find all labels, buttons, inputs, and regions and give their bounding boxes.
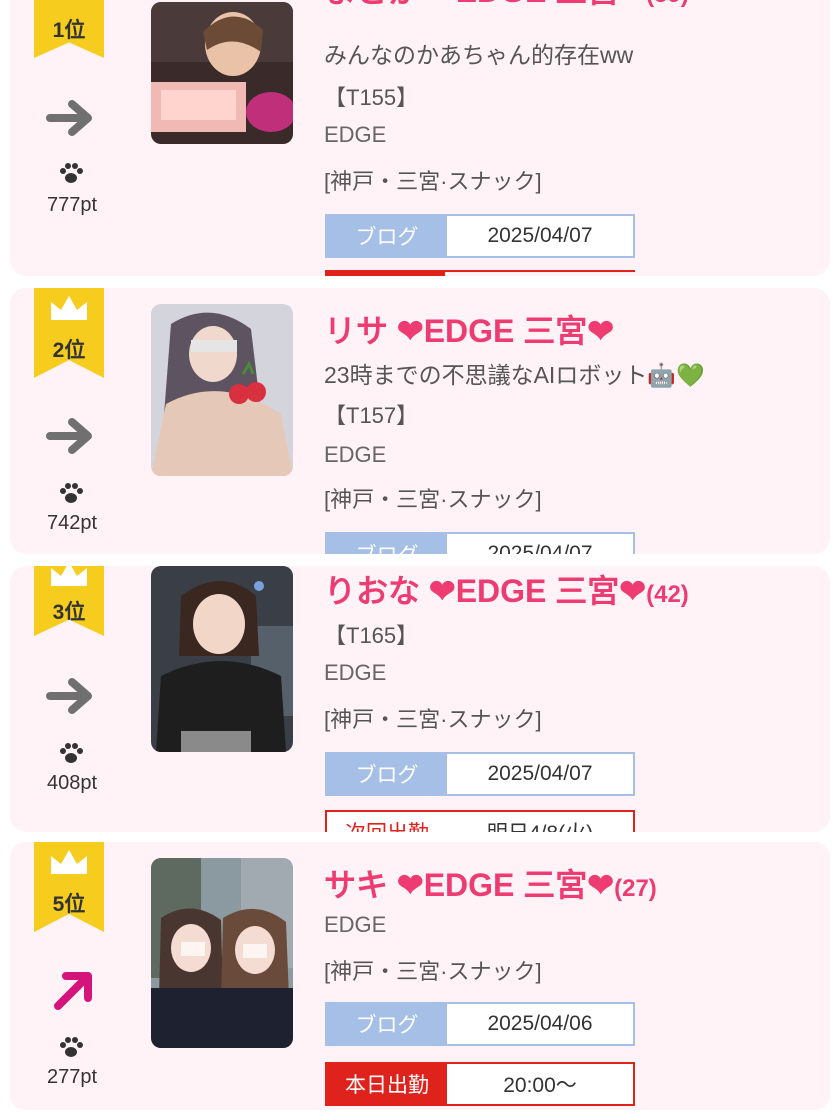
profile-photo[interactable]: [151, 566, 293, 752]
cast-name[interactable]: まどか ❤EDGE 三宮❤(59): [324, 0, 689, 12]
blog-tag[interactable]: ブログ 2025/04/06: [325, 1002, 635, 1046]
cast-name[interactable]: リサ ❤EDGE 三宮❤: [324, 306, 614, 352]
arrow-right-icon: [46, 678, 92, 714]
shop-name[interactable]: EDGE: [324, 912, 386, 938]
today-shift-value: 20:00〜: [503, 1074, 577, 1097]
rank-label: 2位: [52, 339, 86, 362]
points: 408pt: [46, 772, 98, 794]
profile-photo[interactable]: [151, 2, 293, 144]
area: [神戸・三宮·スナック]: [324, 487, 542, 512]
area: [神戸・三宮·スナック]: [324, 169, 542, 194]
profile-photo[interactable]: [151, 858, 293, 1048]
points: 277pt: [46, 1066, 98, 1088]
review-count: (59): [646, 0, 689, 8]
ranking-card[interactable]: 1位 777pt まどか ❤EDGE 三宮❤(59) みんなのかあちゃん的存在w…: [10, 0, 830, 276]
paw-icon: [60, 483, 83, 503]
rank-badge: 2位: [34, 288, 104, 378]
ranking-card[interactable]: 3位 408pt りおな ❤EDGE 三宮❤(42) 【T165】 EDGE […: [10, 566, 830, 832]
area: [神戸・三宮·スナック]: [324, 959, 542, 984]
cast-name[interactable]: サキ ❤EDGE 三宮❤(27): [324, 860, 657, 906]
today-shift-tag[interactable]: 本日出勤 20:00〜: [325, 1062, 635, 1106]
blog-date: 2025/04/07: [487, 224, 593, 247]
catchphrase: みんなのかあちゃん的存在ww: [324, 42, 634, 68]
arrow-right-icon: [46, 418, 92, 454]
blog-tag[interactable]: ブログ 2025/04/07: [325, 532, 635, 554]
height: 【T155】: [324, 85, 419, 110]
paw-icon: [60, 1037, 83, 1057]
crown-icon: [51, 296, 87, 320]
paw-icon: [60, 163, 83, 183]
area: [神戸・三宮·スナック]: [324, 707, 542, 732]
blog-date: 2025/04/06: [487, 1012, 593, 1035]
rank-label: 3位: [52, 601, 86, 624]
review-count: (27): [614, 875, 657, 902]
next-shift-tag-edge: [325, 270, 635, 276]
crown-icon: [51, 850, 87, 874]
blog-label: ブログ: [327, 534, 447, 554]
arrow-right-icon: [46, 100, 92, 136]
cast-name[interactable]: りおな ❤EDGE 三宮❤(42): [324, 566, 689, 612]
shop-name[interactable]: EDGE: [324, 660, 386, 686]
rank-badge: 1位: [34, 0, 104, 58]
height: 【T165】: [324, 623, 419, 648]
next-shift-tag[interactable]: 次回出勤 明日4/8(火): [325, 810, 635, 832]
rank-label: 1位: [52, 19, 86, 42]
blog-date: 2025/04/07: [487, 762, 593, 785]
next-shift-label: 次回出勤: [327, 812, 447, 832]
review-count: (42): [646, 581, 689, 608]
next-shift-value: 明日4/8(火): [447, 812, 633, 832]
profile-photo[interactable]: [151, 304, 293, 476]
ranking-card[interactable]: 2位 742pt リサ ❤EDGE 三宮❤ 23時までの不思議なAIロボット🤖💚…: [10, 288, 830, 554]
rank-badge: 5位: [34, 842, 104, 932]
blog-tag[interactable]: ブログ 2025/04/07: [325, 214, 635, 258]
rank-badge: 3位: [34, 566, 104, 636]
blog-label: ブログ: [327, 1004, 447, 1044]
shop-name[interactable]: EDGE: [324, 442, 386, 468]
points: 777pt: [46, 194, 98, 216]
paw-icon: [60, 743, 83, 763]
blog-label: ブログ: [327, 754, 447, 794]
ranking-card[interactable]: 5位 277pt サキ ❤EDGE 三宮❤(27) EDGE [神戸・三宮·スナ…: [10, 842, 830, 1110]
blog-tag[interactable]: ブログ 2025/04/07: [325, 752, 635, 796]
arrow-up-right-icon: [54, 972, 92, 1010]
today-shift-label: 本日出勤: [327, 1064, 447, 1104]
height: 【T157】: [324, 403, 419, 428]
catchphrase: 23時までの不思議なAIロボット🤖💚: [324, 362, 705, 388]
shop-name[interactable]: EDGE: [324, 122, 386, 148]
points: 742pt: [46, 512, 98, 534]
crown-icon: [51, 566, 87, 586]
blog-date: 2025/04/07: [487, 542, 593, 554]
rank-label: 5位: [52, 893, 86, 916]
blog-label: ブログ: [327, 216, 447, 256]
